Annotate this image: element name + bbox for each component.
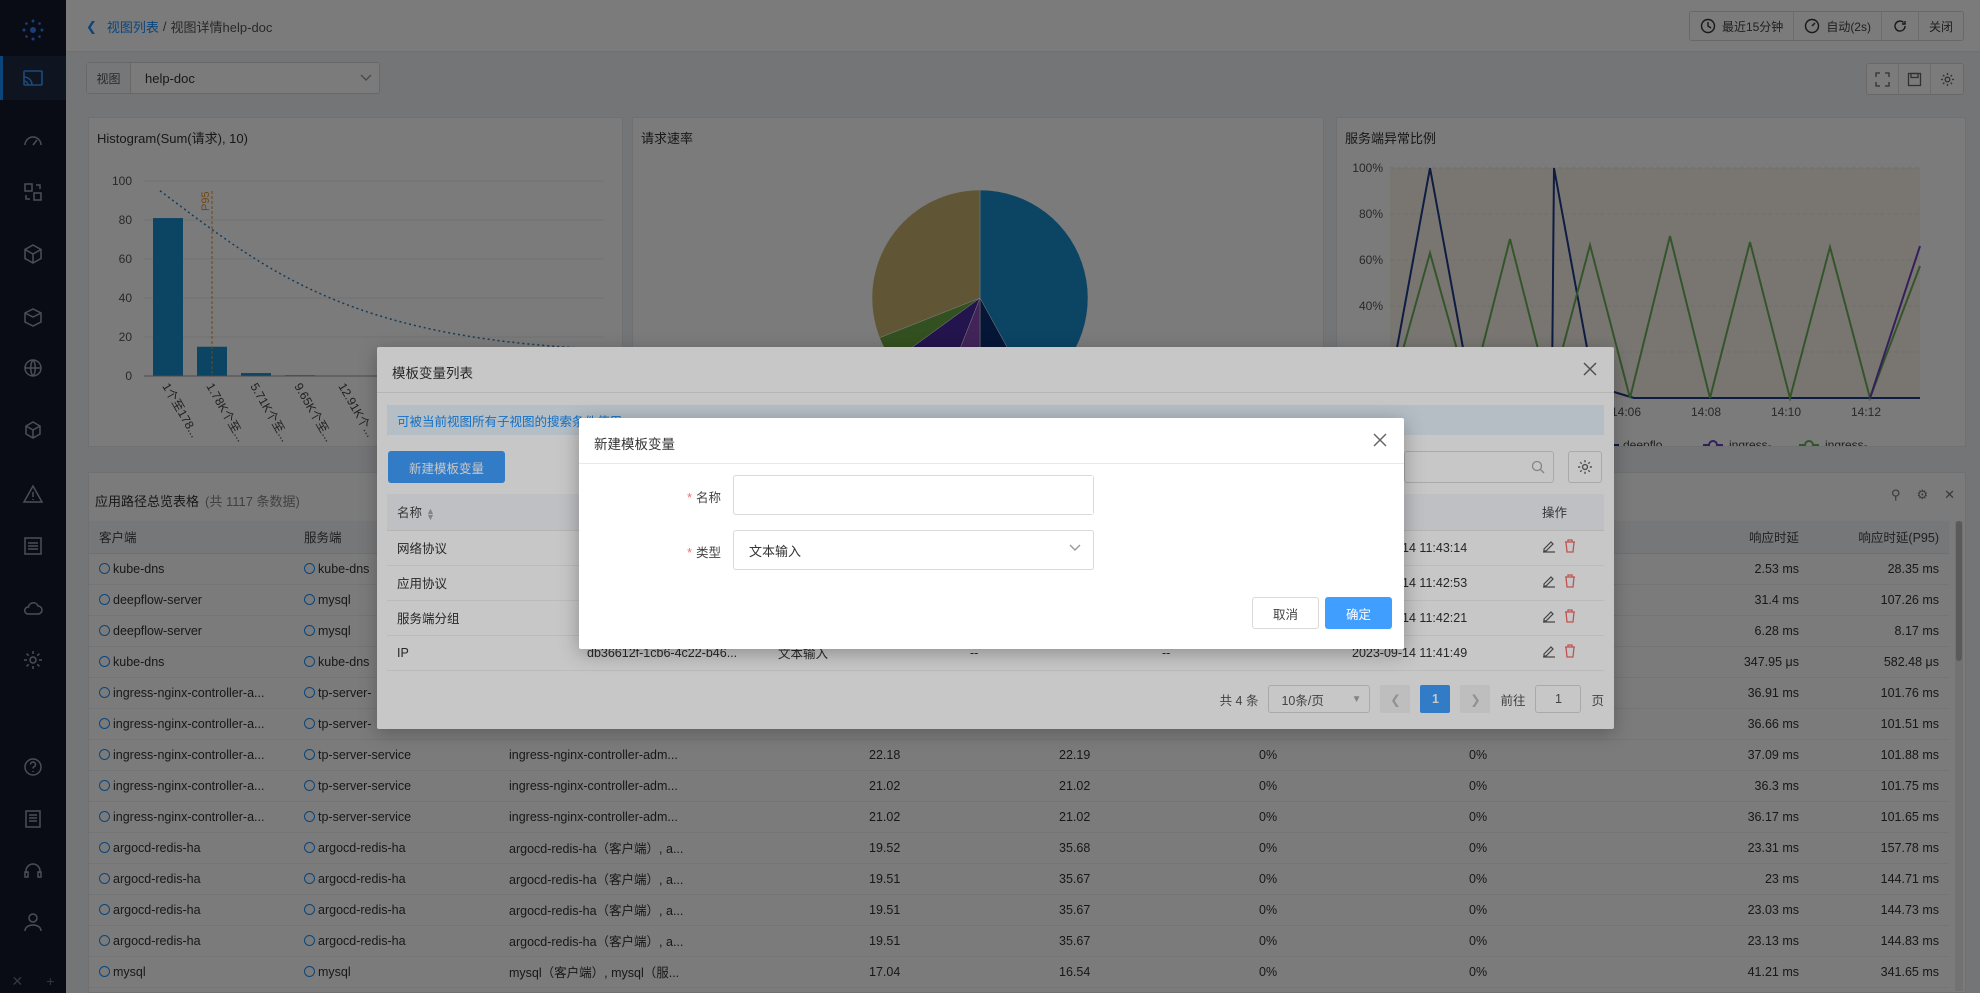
- dialog-title: 新建模板变量: [594, 437, 675, 452]
- name-field-wrapper: [733, 475, 1094, 515]
- cancel-button[interactable]: 取消: [1252, 597, 1319, 629]
- new-template-variable-dialog: 新建模板变量 * 名称 * 类型 文本输入 取消 确定: [579, 418, 1404, 649]
- type-form-row: * 类型 文本输入: [579, 530, 1404, 570]
- confirm-button[interactable]: 确定: [1325, 597, 1392, 629]
- name-input[interactable]: [749, 476, 1093, 514]
- chevron-down-icon: [1069, 544, 1081, 551]
- type-label-text: 类型: [695, 546, 721, 560]
- type-select[interactable]: 文本输入: [733, 530, 1094, 570]
- type-select-value: 文本输入: [749, 543, 802, 559]
- name-label: * 名称: [687, 491, 721, 505]
- dialog-header: 新建模板变量: [579, 418, 1404, 464]
- name-label-text: 名称: [695, 491, 721, 505]
- name-form-row: * 名称: [579, 475, 1404, 515]
- type-label: * 类型: [687, 546, 721, 560]
- close-icon[interactable]: [1370, 430, 1390, 450]
